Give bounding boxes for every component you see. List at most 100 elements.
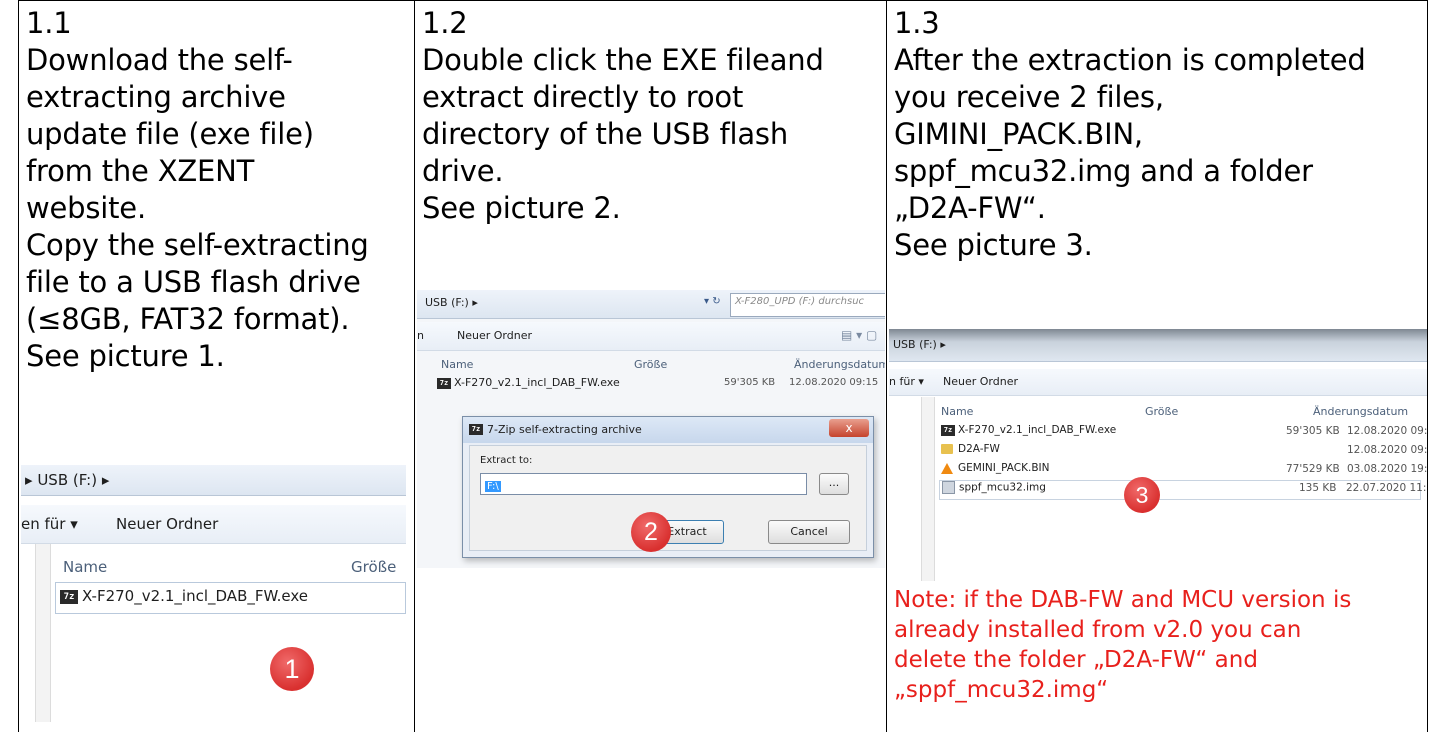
dialog-title: 7-Zip self-extracting archive bbox=[487, 423, 642, 436]
step-line: update file (exe file) bbox=[26, 117, 314, 151]
disk-image-icon bbox=[942, 481, 955, 494]
file-date: 12.08.2020 09:15 bbox=[789, 377, 879, 388]
step-badge-1: 1 bbox=[270, 647, 314, 691]
file-row[interactable]: 7z X-F270_v2.1_incl_DAB_FW.exe bbox=[55, 582, 406, 614]
file-name: D2A-FW bbox=[958, 443, 1000, 455]
7zip-icon: 7z bbox=[437, 377, 451, 389]
organize-menu[interactable]: en für ▾ bbox=[21, 515, 78, 533]
folder-icon bbox=[941, 444, 953, 454]
step-1-text: 1.1 Download the self- extracting archiv… bbox=[26, 5, 369, 375]
picture-2-screenshot: USB (F:) ▸ ▾ ↻ X-F280_UPD (F:) durchsuc … bbox=[417, 290, 885, 568]
file-name: X-F270_v2.1_incl_DAB_FW.exe bbox=[454, 376, 620, 389]
explorer-toolbar: n für ▾ Neuer Ordner bbox=[889, 369, 1427, 396]
column-header-date[interactable]: Änderungsdatum bbox=[1313, 405, 1408, 418]
7zip-icon: 7z bbox=[60, 590, 78, 604]
close-button[interactable]: x bbox=[829, 419, 869, 437]
explorer-toolbar: n Neuer Ordner ▤ ▾ ▢ bbox=[417, 322, 885, 351]
step-line: GIMINI_PACK.BIN, bbox=[894, 117, 1143, 151]
picture-1-screenshot: ▸ USB (F:) ▸ en für ▾ Neuer Ordner Name … bbox=[21, 465, 406, 722]
note-text: Note: if the DAB-FW and MCU version is a… bbox=[894, 585, 1351, 705]
navigation-pane-edge bbox=[35, 544, 51, 722]
cancel-button[interactable]: Cancel bbox=[768, 520, 850, 544]
step-3-text: 1.3 After the extraction is completed yo… bbox=[894, 5, 1366, 264]
organize-menu[interactable]: n bbox=[417, 329, 424, 342]
breadcrumb: ▸ USB (F:) ▸ bbox=[25, 471, 110, 489]
address-bar: ▸ USB (F:) ▸ bbox=[21, 465, 406, 496]
file-size: 59'305 KB bbox=[724, 377, 776, 388]
column-header-date[interactable]: Änderungsdatum bbox=[794, 358, 885, 371]
column-header-size[interactable]: Größe bbox=[351, 558, 396, 576]
step-line: directory of the USB flash bbox=[422, 117, 789, 151]
address-bar: USB (F:) ▸ ▾ ↻ X-F280_UPD (F:) durchsuc bbox=[417, 290, 885, 319]
step-badge-3: 3 bbox=[1124, 477, 1160, 513]
extract-to-label: Extract to: bbox=[480, 455, 533, 466]
column-header-name[interactable]: Name bbox=[941, 405, 973, 418]
step-line: See picture 2. bbox=[422, 191, 621, 225]
file-row[interactable]: 7z X-F270_v2.1_incl_DAB_FW.exe 59'305 KB … bbox=[437, 376, 885, 394]
step-3-cell: 1.3 After the extraction is completed yo… bbox=[886, 1, 1428, 732]
picture-3-screenshot: USB (F:) ▸ n für ▾ Neuer Ordner Name Grö… bbox=[889, 329, 1427, 581]
step-line: file to a USB flash drive bbox=[26, 265, 361, 299]
refresh-icon[interactable]: ▾ ↻ bbox=[704, 296, 721, 307]
step-number: 1.2 bbox=[422, 6, 468, 40]
new-folder-button[interactable]: Neuer Ordner bbox=[116, 515, 218, 533]
step-line: See picture 3. bbox=[894, 228, 1093, 262]
step-line: drive. bbox=[422, 154, 504, 188]
browse-button[interactable]: ... bbox=[819, 473, 849, 495]
step-line: Download the self- bbox=[26, 43, 293, 77]
file-row[interactable]: GEMINI_PACK.BIN 77'529 KB 03.08.2020 19:… bbox=[941, 462, 1427, 480]
file-date: 22.07.2020 11:17 bbox=[1346, 482, 1427, 494]
file-name: X-F270_v2.1_incl_DAB_FW.exe bbox=[958, 424, 1117, 436]
step-number: 1.1 bbox=[26, 6, 72, 40]
file-row[interactable]: sppf_mcu32.img 135 KB 22.07.2020 11:17 bbox=[939, 480, 1427, 500]
column-header-name[interactable]: Name bbox=[63, 558, 107, 576]
dialog-titlebar: 7z 7-Zip self-extracting archive x bbox=[463, 417, 873, 443]
step-line: from the XZENT bbox=[26, 154, 255, 188]
instruction-table: 1.1 Download the self- extracting archiv… bbox=[18, 0, 1428, 732]
column-header-size[interactable]: Größe bbox=[634, 358, 667, 371]
column-header-size[interactable]: Größe bbox=[1145, 405, 1178, 418]
step-line: website. bbox=[26, 191, 146, 225]
note-line: already installed from v2.0 you can bbox=[894, 617, 1302, 643]
file-date: 12.08.2020 09:18 bbox=[1347, 444, 1427, 456]
file-size: 77'529 KB bbox=[1286, 463, 1340, 475]
step-number: 1.3 bbox=[894, 6, 940, 40]
step-line: (≤8GB, FAT32 format). bbox=[26, 302, 350, 336]
file-date: 03.08.2020 19:21 bbox=[1347, 463, 1427, 475]
step-line: you receive 2 files, bbox=[894, 80, 1164, 114]
note-line: „sppf_mcu32.img“ bbox=[894, 677, 1109, 703]
step-line: sppf_mcu32.img and a folder bbox=[894, 154, 1313, 188]
step-badge-2: 2 bbox=[631, 512, 671, 552]
vlc-cone-icon bbox=[941, 462, 953, 474]
close-icon: x bbox=[845, 421, 853, 435]
column-header-name[interactable]: Name bbox=[441, 358, 473, 371]
search-input[interactable]: X-F280_UPD (F:) durchsuc bbox=[730, 293, 885, 317]
file-name: sppf_mcu32.img bbox=[959, 481, 1046, 494]
step-line: „D2A-FW“. bbox=[894, 191, 1046, 225]
file-name: X-F270_v2.1_incl_DAB_FW.exe bbox=[82, 587, 308, 605]
view-options-icon[interactable]: ▤ ▾ ▢ bbox=[841, 328, 877, 342]
chevron-right-icon: ▸ bbox=[97, 471, 110, 489]
chevron-right-icon: ▸ bbox=[468, 296, 478, 309]
step-line: After the extraction is completed bbox=[894, 43, 1366, 77]
file-row[interactable]: 7z X-F270_v2.1_incl_DAB_FW.exe 59'305 KB … bbox=[941, 424, 1427, 442]
organize-menu[interactable]: n für ▾ bbox=[889, 375, 924, 388]
file-size: 135 KB bbox=[1299, 482, 1337, 494]
extract-path-input[interactable]: F:\ bbox=[480, 473, 807, 495]
note-line: delete the folder „D2A-FW“ and bbox=[894, 647, 1258, 673]
file-size: 59'305 KB bbox=[1286, 425, 1340, 437]
step-line: See picture 1. bbox=[26, 339, 225, 373]
file-date: 12.08.2020 09:19 bbox=[1347, 425, 1427, 437]
new-folder-button[interactable]: Neuer Ordner bbox=[943, 375, 1018, 388]
step-line: Copy the self-extracting bbox=[26, 228, 369, 262]
file-name: GEMINI_PACK.BIN bbox=[958, 462, 1050, 474]
step-line: extract directly to root bbox=[422, 80, 744, 114]
file-row[interactable]: D2A-FW 12.08.2020 09:18 bbox=[941, 443, 1427, 461]
step-line: extracting archive bbox=[26, 80, 286, 114]
breadcrumb: USB (F:) ▸ bbox=[893, 338, 946, 351]
new-folder-button[interactable]: Neuer Ordner bbox=[457, 329, 532, 342]
chevron-right-icon: ▸ bbox=[25, 471, 38, 489]
7zip-icon: 7z bbox=[469, 424, 483, 435]
chevron-right-icon: ▸ bbox=[936, 338, 946, 351]
explorer-toolbar: en für ▾ Neuer Ordner bbox=[21, 505, 406, 544]
